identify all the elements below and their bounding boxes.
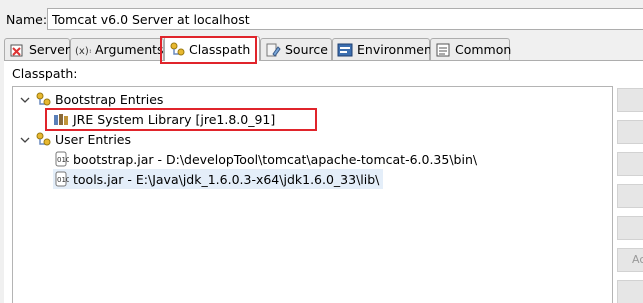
side-button[interactable] [617, 216, 643, 240]
side-button[interactable] [617, 120, 643, 144]
classpath-entries-icon [35, 131, 51, 147]
tree-node-user[interactable]: User Entries [35, 129, 131, 149]
name-label: Name: [6, 12, 48, 27]
expand-toggle-icon[interactable] [20, 95, 30, 105]
common-icon [435, 42, 451, 58]
tab-environment[interactable]: Environment [332, 38, 437, 60]
tree-node-label: bootstrap.jar - D:\developTool\tomcat\ap… [73, 151, 478, 167]
tab-server[interactable]: Server [4, 38, 70, 60]
classpath-label: Classpath: [12, 66, 78, 81]
jar-icon: 010 [53, 171, 70, 187]
launch-config-dialog: Name: Server (x)= Arguments Classpath So… [0, 0, 643, 303]
source-icon [265, 42, 281, 58]
arguments-icon: (x)= [75, 42, 97, 58]
tab-common[interactable]: Common [430, 38, 512, 60]
tree-node-tools-jar[interactable]: 010 tools.jar - E:\Java\jdk_1.6.0.3-x64\… [53, 169, 384, 189]
side-button[interactable] [617, 152, 643, 176]
tree-node-bootstrap-jar[interactable]: 010 bootstrap.jar - D:\developTool\tomca… [53, 149, 477, 169]
environment-icon [337, 42, 353, 58]
jre-entry-highlight [45, 108, 317, 131]
tab-arguments[interactable]: (x)= Arguments [70, 38, 164, 60]
side-button[interactable] [617, 184, 643, 208]
tab-bar: Server (x)= Arguments Classpath Source E… [4, 36, 643, 61]
svg-text:010: 010 [57, 176, 69, 184]
name-input[interactable] [47, 8, 643, 30]
tree-node-bootstrap[interactable]: Bootstrap Entries [35, 89, 163, 109]
tab-label: Source [285, 42, 328, 57]
server-icon [9, 42, 25, 58]
svg-text:010: 010 [57, 156, 69, 164]
tab-label: Arguments [95, 42, 164, 57]
expand-toggle-icon[interactable] [20, 135, 30, 145]
tab-source[interactable]: Source [260, 38, 332, 60]
tree-node-label: Bootstrap Entries [55, 91, 164, 107]
tab-label: Common [455, 42, 512, 57]
tree-node-label: tools.jar - E:\Java\jdk_1.6.0.3-x64\jdk1… [73, 171, 380, 187]
tree-node-label: User Entries [55, 131, 132, 147]
classpath-tab-highlight [160, 36, 257, 64]
classpath-entries-icon [35, 91, 51, 107]
side-button[interactable] [617, 280, 643, 303]
add-button[interactable]: Ac [617, 248, 643, 272]
tab-label: Environment [357, 42, 437, 57]
tab-label: Server [29, 42, 70, 57]
svg-text:(x)=: (x)= [75, 46, 91, 57]
side-button[interactable] [617, 88, 643, 112]
jar-icon: 010 [53, 151, 70, 167]
